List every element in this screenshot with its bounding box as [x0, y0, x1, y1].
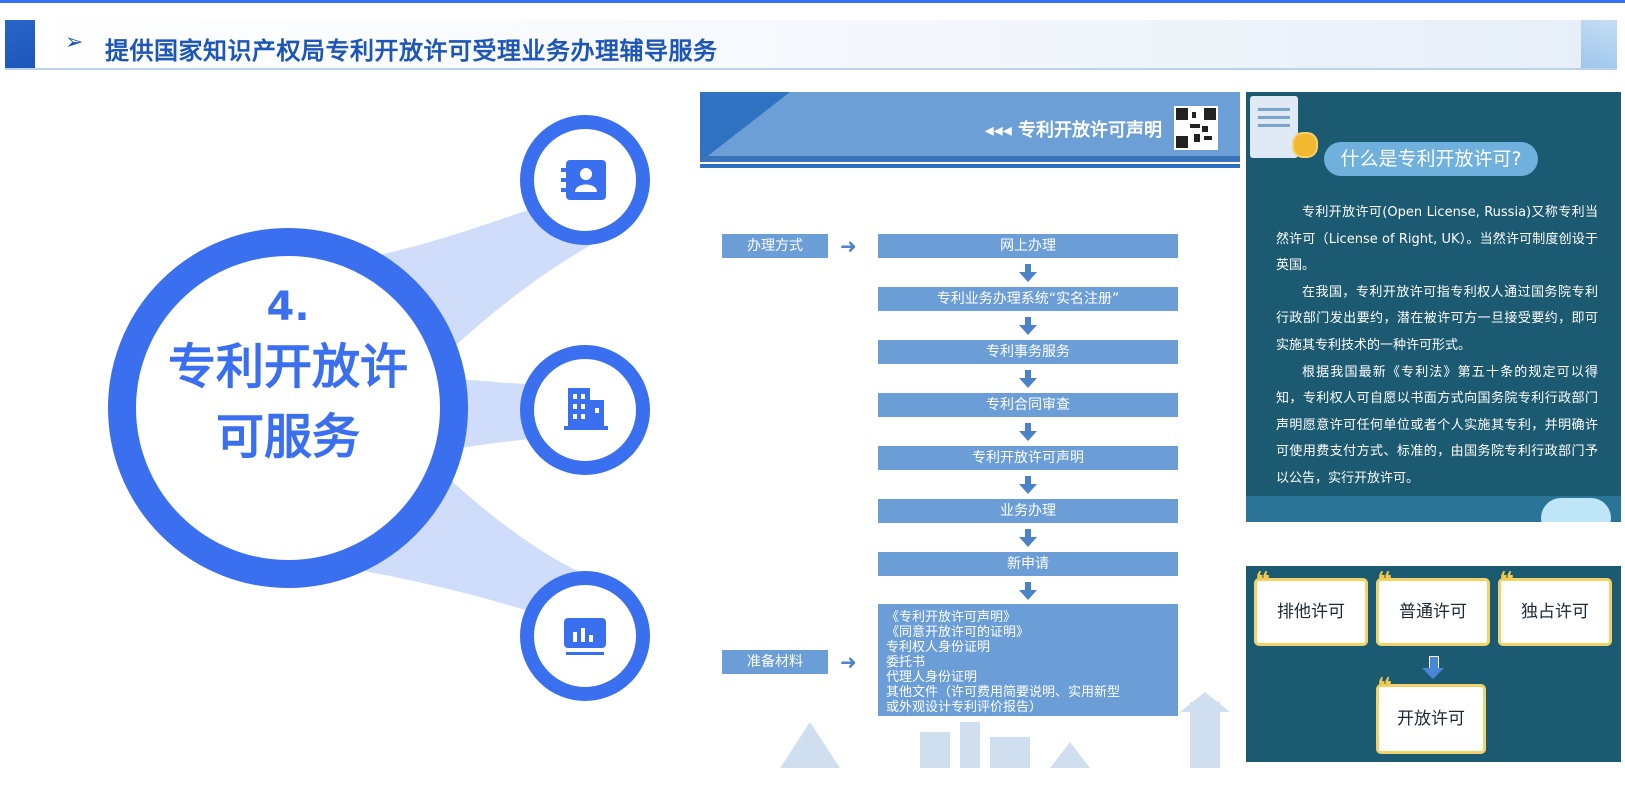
flowchart-banner: ◂◂◂ 专利开放许可声明	[700, 92, 1240, 162]
hub-title-line1: 专利开放许	[167, 339, 408, 395]
right-arrow-icon: ➜	[840, 650, 857, 674]
down-arrow-icon	[1422, 656, 1444, 679]
header-left-block	[5, 20, 35, 68]
material-item: 委托书	[886, 655, 926, 670]
contact-book-icon	[561, 160, 606, 200]
materials-label: 准备材料	[722, 650, 828, 674]
down-arrow-icon	[1019, 476, 1037, 494]
licence-types-panel: ❝ 排他许可 ❝ 普通许可 ❝ 独占许可 ❝ 开放许可	[1246, 566, 1621, 762]
definition-paragraph: 根据我国最新《专利法》第五十条的规定可以得知，专利权人可自愿以书面方式向国务院专…	[1276, 364, 1598, 486]
medal-icon	[1292, 132, 1318, 158]
node-building[interactable]	[520, 345, 650, 475]
city-skyline-watermark	[780, 692, 1230, 768]
down-arrow-icon	[1019, 529, 1037, 547]
licence-card-open: ❝ 开放许可	[1376, 675, 1486, 754]
top-accent-line	[0, 0, 1625, 3]
down-arrow-icon	[1019, 264, 1037, 282]
down-arrow-icon	[1019, 317, 1037, 335]
definition-text: 专利开放许可(Open License, Russia)又称专利当然许可（Lic…	[1276, 200, 1598, 493]
flow-step: 专利事务服务	[878, 340, 1178, 364]
flow-step: 专利开放许可声明	[878, 446, 1178, 470]
licence-card-label: 普通许可	[1399, 602, 1467, 622]
flow-step: 新申请	[878, 552, 1178, 576]
licence-card-label: 排他许可	[1277, 602, 1345, 622]
flow-step: 专利合同审查	[878, 393, 1178, 417]
definition-panel: 什么是专利开放许可? 专利开放许可(Open License, Russia)又…	[1246, 92, 1621, 522]
hub-title-line2: 可服务	[215, 409, 360, 465]
decorative-cloud	[1541, 498, 1611, 522]
quote-icon: ❝	[1499, 567, 1515, 597]
material-item: 代理人身份证明	[886, 670, 978, 685]
hub-number: 4.	[266, 284, 310, 330]
section-header: ➢ 提供国家知识产权局专利开放许可受理业务办理辅导服务	[5, 20, 1617, 70]
down-arrow-icon	[1019, 423, 1037, 441]
definition-paragraph: 在我国，专利开放许可指专利权人通过国务院专利行政部门发出要约，潜在被许可方一旦接…	[1276, 284, 1598, 353]
right-arrow-icon: ➜	[840, 234, 857, 258]
material-item: 专利权人身份证明	[886, 640, 991, 655]
licence-card-ordinary: ❝ 普通许可	[1376, 569, 1490, 646]
licence-card-exclusive: ❝ 独占许可	[1498, 569, 1612, 646]
qr-code-icon	[1174, 106, 1218, 150]
section-title: 提供国家知识产权局专利开放许可受理业务办理辅导服务	[105, 37, 718, 65]
node-contacts[interactable]	[520, 115, 650, 245]
flow-step: 专利业务办理系统“实名注册”	[878, 287, 1178, 311]
flow-step: 网上办理	[878, 234, 1178, 258]
header-right-block	[1581, 20, 1617, 68]
quote-icon: ❝	[1255, 567, 1271, 597]
definition-heading: 什么是专利开放许可?	[1324, 142, 1538, 176]
quote-icon: ❝	[1377, 567, 1393, 597]
down-arrow-icon	[1019, 370, 1037, 388]
bullet-arrow-icon: ➢	[65, 30, 84, 55]
licence-card-exclusive-other: ❝ 排他许可	[1254, 569, 1368, 646]
method-label: 办理方式	[722, 234, 828, 258]
flow-step: 业务办理	[878, 499, 1178, 523]
definition-paragraph: 专利开放许可(Open License, Russia)又称专利当然许可（Lic…	[1276, 205, 1598, 274]
quote-icon: ❝	[1377, 673, 1393, 703]
hub-label: 4. 专利开放许 可服务	[108, 282, 468, 472]
certificate-icon	[1250, 96, 1298, 158]
down-arrow-icon	[1019, 582, 1037, 600]
node-chart[interactable]	[520, 571, 650, 701]
banner-title: ◂◂◂ 专利开放许可声明	[984, 120, 1162, 141]
material-item: 《专利开放许可声明》	[886, 610, 1017, 625]
process-flowchart: ◂◂◂ 专利开放许可声明 办理方式 ➜ 网上办理 专利业务办理系统“实名注册” …	[700, 92, 1240, 768]
licence-card-label: 独占许可	[1521, 602, 1589, 622]
material-item: 《同意开放许可的证明》	[886, 625, 1030, 640]
licence-card-label: 开放许可	[1397, 709, 1465, 729]
